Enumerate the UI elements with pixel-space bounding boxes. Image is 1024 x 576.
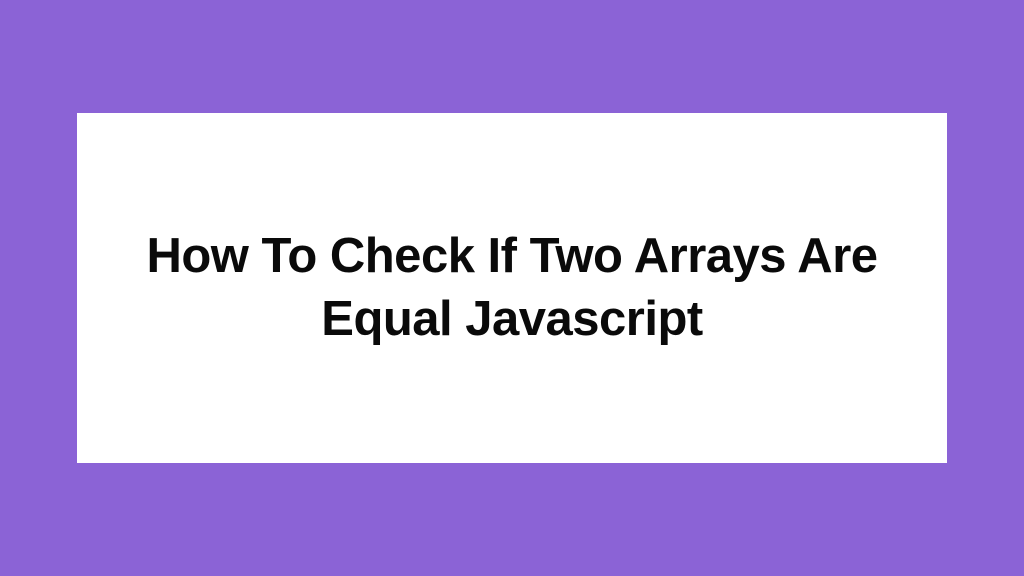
page-title: How To Check If Two Arrays Are Equal Jav… (117, 225, 907, 350)
content-card: How To Check If Two Arrays Are Equal Jav… (77, 113, 947, 463)
